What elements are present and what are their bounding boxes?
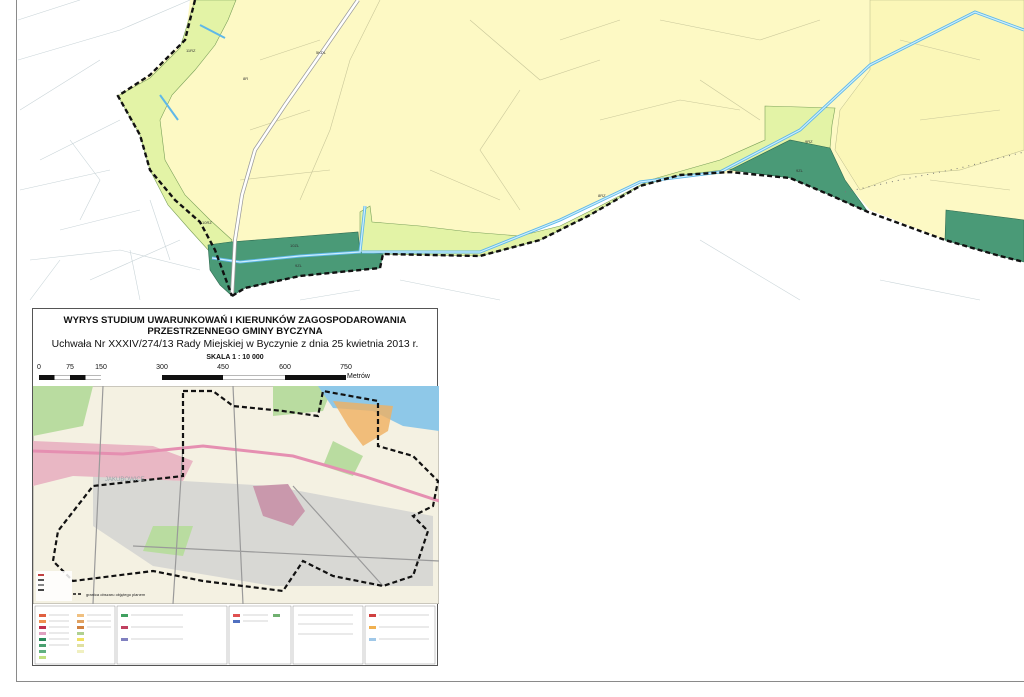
svg-text:9ZL: 9ZL <box>295 263 303 268</box>
scale-label: SKALA 1 : 10 000 <box>206 354 264 361</box>
svg-text:10ZL: 10ZL <box>290 243 300 248</box>
scale-tick: 75 <box>66 364 74 371</box>
legend-title: WYRYS STUDIUM UWARUNKOWAŃ I KIERUNKÓW ZA… <box>63 315 407 337</box>
svg-text:9RZ: 9RZ <box>805 139 813 144</box>
scale-bar <box>39 375 346 380</box>
scale-tick: 750 <box>340 364 352 371</box>
scale-tick: 150 <box>95 364 107 371</box>
legend-subtitle: Uchwała Nr XXXIV/274/13 Rady Miejskiej w… <box>51 339 419 350</box>
svg-text:8RZ: 8RZ <box>598 193 606 198</box>
svg-text:8R: 8R <box>243 76 248 81</box>
inset-overview-map[interactable]: JAKUBOWICE granica obszaru objętego plan… <box>33 386 439 604</box>
scale-tick: 0 <box>37 364 41 371</box>
scale-tick: 600 <box>279 364 291 371</box>
svg-text:9ZL: 9ZL <box>796 168 804 173</box>
inset-place-label: JAKUBOWICE <box>105 477 145 483</box>
svg-text:5KDL: 5KDL <box>316 50 327 55</box>
scale-units: Metrów <box>347 373 370 380</box>
legend-symbols <box>34 605 436 665</box>
svg-text:10RZ: 10RZ <box>202 220 212 225</box>
scale-tick: 300 <box>156 364 168 371</box>
legend-panel: WYRYS STUDIUM UWARUNKOWAŃ I KIERUNKÓW ZA… <box>32 308 439 666</box>
svg-text:11RZ: 11RZ <box>186 48 196 53</box>
inset-boundary-caption: granica obszaru objętego planem <box>86 592 146 597</box>
scale-tick: 450 <box>217 364 229 371</box>
